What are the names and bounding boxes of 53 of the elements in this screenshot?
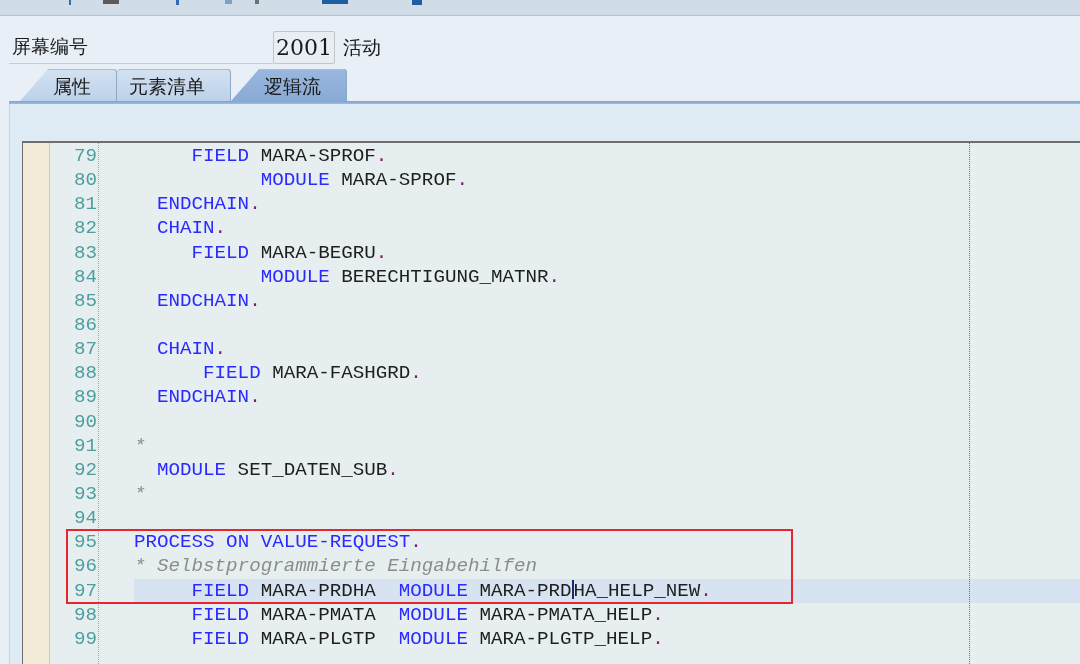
code-line: CHAIN. xyxy=(157,338,227,361)
line-number: 91 xyxy=(72,433,97,458)
toolbar-icon[interactable] xyxy=(412,0,422,5)
line-number: 98 xyxy=(72,602,97,627)
line-number: 82 xyxy=(72,216,97,241)
line-number: 83 xyxy=(72,240,97,265)
toolbar-icon[interactable] xyxy=(322,0,348,4)
toolbar-icon[interactable] xyxy=(255,0,259,4)
code-line: HA_HELP_NEW. xyxy=(573,579,712,602)
line-number: 88 xyxy=(72,361,97,386)
tab[interactable]: 逻辑流 xyxy=(231,69,347,101)
line-number: 84 xyxy=(72,264,97,289)
code-line: MODULE BERECHTIGUNG_MATNR. xyxy=(260,265,561,288)
code-line: * Selbstprogrammierte Eingabehilfen xyxy=(134,555,537,578)
code-line: FIELD MARA-PRDHA MODULE MARA-PRD xyxy=(191,579,572,602)
screen-number-field[interactable]: 2001 xyxy=(273,31,335,64)
code-line: FIELD MARA-BEGRU. xyxy=(191,241,388,264)
line-number: 95 xyxy=(72,530,97,555)
line-number: 93 xyxy=(72,481,97,507)
toolbar-icon[interactable] xyxy=(103,0,119,4)
code-line: FIELD MARA-PLGTP MODULE MARA-PLGTP_HELP. xyxy=(191,627,664,650)
code-line: FIELD MARA-PMATA MODULE MARA-PMATA_HELP. xyxy=(191,603,664,626)
screen-number-label: 屏幕编号 xyxy=(12,34,88,59)
line-number: 94 xyxy=(72,506,97,531)
text-cursor xyxy=(571,579,574,599)
code-line: * xyxy=(134,482,146,505)
toolbar-icon[interactable] xyxy=(176,0,179,5)
code-line: CHAIN. xyxy=(157,217,227,240)
line-number: 99 xyxy=(72,626,97,651)
line-number: 97 xyxy=(72,578,97,603)
code-line: * xyxy=(134,434,146,457)
code-line: ENDCHAIN. xyxy=(157,386,261,409)
line-number: 90 xyxy=(72,409,97,434)
line-number: 81 xyxy=(72,192,97,217)
code-line: MODULE MARA-SPROF. xyxy=(260,169,468,192)
line-number: 96 xyxy=(72,554,97,579)
tab[interactable]: 元素清单 xyxy=(117,69,231,101)
line-number: 86 xyxy=(72,313,97,338)
tab[interactable]: 属性 xyxy=(20,69,117,101)
code-line: ENDCHAIN. xyxy=(157,289,261,312)
line-number: 87 xyxy=(72,337,97,362)
code-line: FIELD MARA-SPROF. xyxy=(191,145,388,167)
code-line: FIELD MARA-FASHGRD. xyxy=(203,362,422,385)
code-line: MODULE SET_DATEN_SUB. xyxy=(157,458,399,481)
code-line: PROCESS ON VALUE-REQUEST. xyxy=(134,531,422,554)
line-number: 85 xyxy=(72,288,97,313)
code-line: ENDCHAIN. xyxy=(157,193,261,216)
line-number: 79 xyxy=(72,144,97,169)
line-number: 80 xyxy=(72,168,97,193)
screen-status-text: 活动 xyxy=(343,35,381,60)
line-number: 89 xyxy=(72,385,97,410)
line-number: 92 xyxy=(72,457,97,482)
toolbar-icon[interactable] xyxy=(225,0,232,4)
